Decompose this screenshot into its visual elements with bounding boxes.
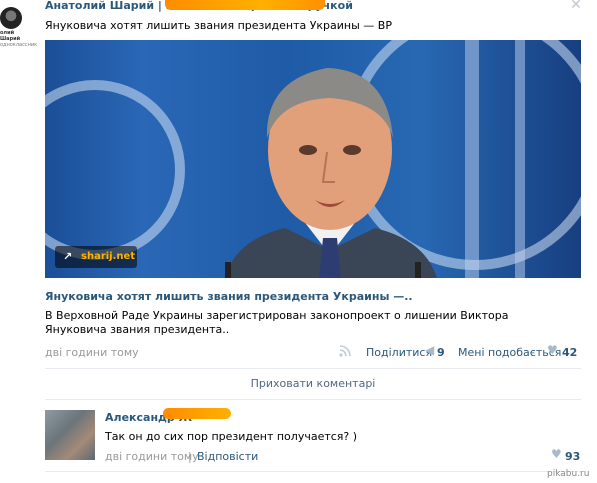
watermark-text: pikabu.ru [547,469,590,479]
link-description: В Верховной Раде Украины зарегистрирован… [45,309,509,336]
heart-icon[interactable]: ♥ [551,448,562,461]
like-count: 42 [562,346,578,359]
rss-icon[interactable] [339,345,351,357]
divider [45,399,581,400]
comment-like-count: 93 [565,450,581,463]
post-timestamp[interactable]: дві години тому [45,346,139,359]
censor-scribble [165,0,325,10]
divider [45,471,581,472]
censor-scribble [163,408,231,419]
share-arrow-icon: ↗ [63,250,73,263]
like-button[interactable]: Мені подобається [458,346,561,359]
person-photo [225,68,437,278]
post-image[interactable]: ↗ sharij.net [45,40,581,278]
group-avatar[interactable] [0,7,22,29]
hide-comments-link[interactable]: Приховати коментарі [45,377,581,390]
pikabu-watermark: pikabu.ru [547,468,589,480]
comment-timestamp[interactable]: дві години тому [105,450,199,463]
image-source-badge[interactable]: ↗ sharij.net [55,246,137,268]
comment-separator: | [188,450,192,463]
post-text: Януковича хотят лишить звания президента… [45,19,392,32]
heart-icon[interactable]: ♥ [547,344,558,357]
share-button[interactable]: Поділитися [366,346,432,359]
reply-button[interactable]: Відповісти [197,450,258,463]
divider [45,368,581,369]
share-count: 9 [437,346,445,359]
close-icon[interactable]: ✕ [568,0,584,12]
megaphone-icon[interactable]: ◀ [425,344,434,357]
group-avatar-caption: олий Шарий одноклассник [0,30,38,48]
image-badge-text: sharij.net [81,251,136,262]
group-avatar-sub: одноклассник [0,42,38,48]
link-title[interactable]: Януковича хотят лишить звания президента… [45,290,413,303]
group-avatar-name: олий Шарий [0,30,21,42]
comment-text: Так он до сих пор президент получается? … [105,430,358,443]
commenter-avatar[interactable] [45,410,95,460]
